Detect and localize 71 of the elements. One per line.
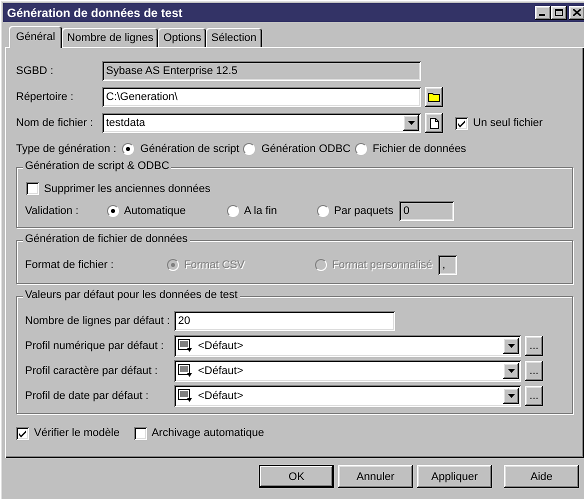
tab[interactable]: Général: [9, 26, 62, 48]
tab[interactable]: Nombre de lignes: [62, 28, 158, 47]
ellipsis-button[interactable]: ...: [525, 386, 543, 406]
dialog-button[interactable]: OK: [259, 465, 334, 488]
group-title: Génération de fichier de données: [23, 233, 190, 245]
dropdown[interactable]: <Défaut>: [174, 335, 521, 357]
profile-icon: [178, 339, 194, 353]
radio-label: Automatique: [124, 205, 186, 217]
field-label: Répertoire :: [16, 91, 74, 103]
radio-button[interactable]: [122, 143, 134, 155]
window-title: Génération de données de test: [7, 6, 182, 20]
group-title: Génération de script & ODBC: [23, 160, 172, 172]
field-label: Profil de date par défaut :: [25, 390, 150, 402]
input-field[interactable]: 20: [174, 311, 395, 331]
radio-label: A la fin: [244, 205, 278, 217]
checkbox-label: Un seul fichier: [473, 117, 543, 129]
close-icon: [573, 9, 581, 16]
field-label: Profil numérique par défaut :: [25, 340, 165, 352]
minimize-button[interactable]: [535, 6, 551, 20]
tab[interactable]: Sélection: [206, 28, 262, 47]
check-icon: [18, 428, 27, 438]
group-title: Valeurs par défaut pour les données de test: [23, 289, 240, 301]
checkbox[interactable]: [134, 426, 147, 440]
checkbox-label: Archivage automatique: [152, 427, 264, 439]
caret-icon: [508, 344, 514, 348]
input-field[interactable]: C:\Generation\: [102, 87, 421, 107]
radio-button[interactable]: [354, 143, 367, 155]
new-file-button[interactable]: [425, 113, 443, 133]
field-label: Profil caractère par défaut :: [25, 365, 159, 377]
ellipsis-button[interactable]: ...: [525, 361, 543, 381]
tab[interactable]: Options: [158, 28, 206, 47]
dialog-button[interactable]: Aide: [504, 465, 579, 488]
radio-label: Génération de script: [140, 143, 240, 155]
maximize-icon: [555, 9, 563, 16]
caret-icon: [508, 394, 514, 398]
checkbox-label: Supprimer les anciennes données: [44, 182, 210, 194]
document-icon: [430, 118, 438, 128]
ellipsis-button[interactable]: ...: [525, 336, 543, 356]
radio-label: Fichier de données: [372, 143, 466, 155]
radio-button[interactable]: [227, 205, 239, 217]
radio-label: Génération ODBC: [261, 143, 351, 155]
folder-icon: [428, 92, 440, 102]
radio-label: Par paquets: [334, 205, 394, 217]
profile-icon: [178, 364, 194, 378]
dropdown[interactable]: <Défaut>: [174, 385, 521, 407]
field-label: Format de fichier :: [25, 259, 115, 271]
caret-icon: [508, 369, 514, 373]
radio-button[interactable]: [243, 143, 256, 155]
field-label: SGBD :: [16, 65, 54, 77]
radio-label: Format personnalisé: [332, 259, 432, 271]
profile-icon: [178, 389, 194, 403]
maximize-button[interactable]: [551, 6, 567, 20]
checkbox[interactable]: [455, 116, 468, 130]
dialog-button[interactable]: Appliquer: [417, 465, 492, 488]
field-label: Validation :: [25, 205, 80, 217]
dropdown[interactable]: testdata: [102, 113, 421, 133]
radio-button[interactable]: [317, 205, 329, 217]
field-label: Nombre de lignes par défaut :: [25, 315, 171, 327]
checkbox[interactable]: [26, 182, 39, 195]
dropdown[interactable]: <Défaut>: [174, 360, 521, 382]
caret-icon: [408, 121, 414, 125]
checkbox[interactable]: [16, 426, 29, 440]
dialog-button[interactable]: Annuler: [338, 465, 413, 488]
browse-button[interactable]: [425, 87, 443, 107]
radio-button[interactable]: [107, 205, 119, 217]
radio-label: Format CSV: [184, 259, 245, 271]
close-button[interactable]: [569, 6, 584, 20]
field-label: Nom de fichier :: [16, 117, 94, 129]
checkbox-label: Vérifier le modèle: [34, 427, 120, 439]
check-icon: [457, 118, 466, 128]
field-label: Type de génération :: [16, 143, 116, 155]
